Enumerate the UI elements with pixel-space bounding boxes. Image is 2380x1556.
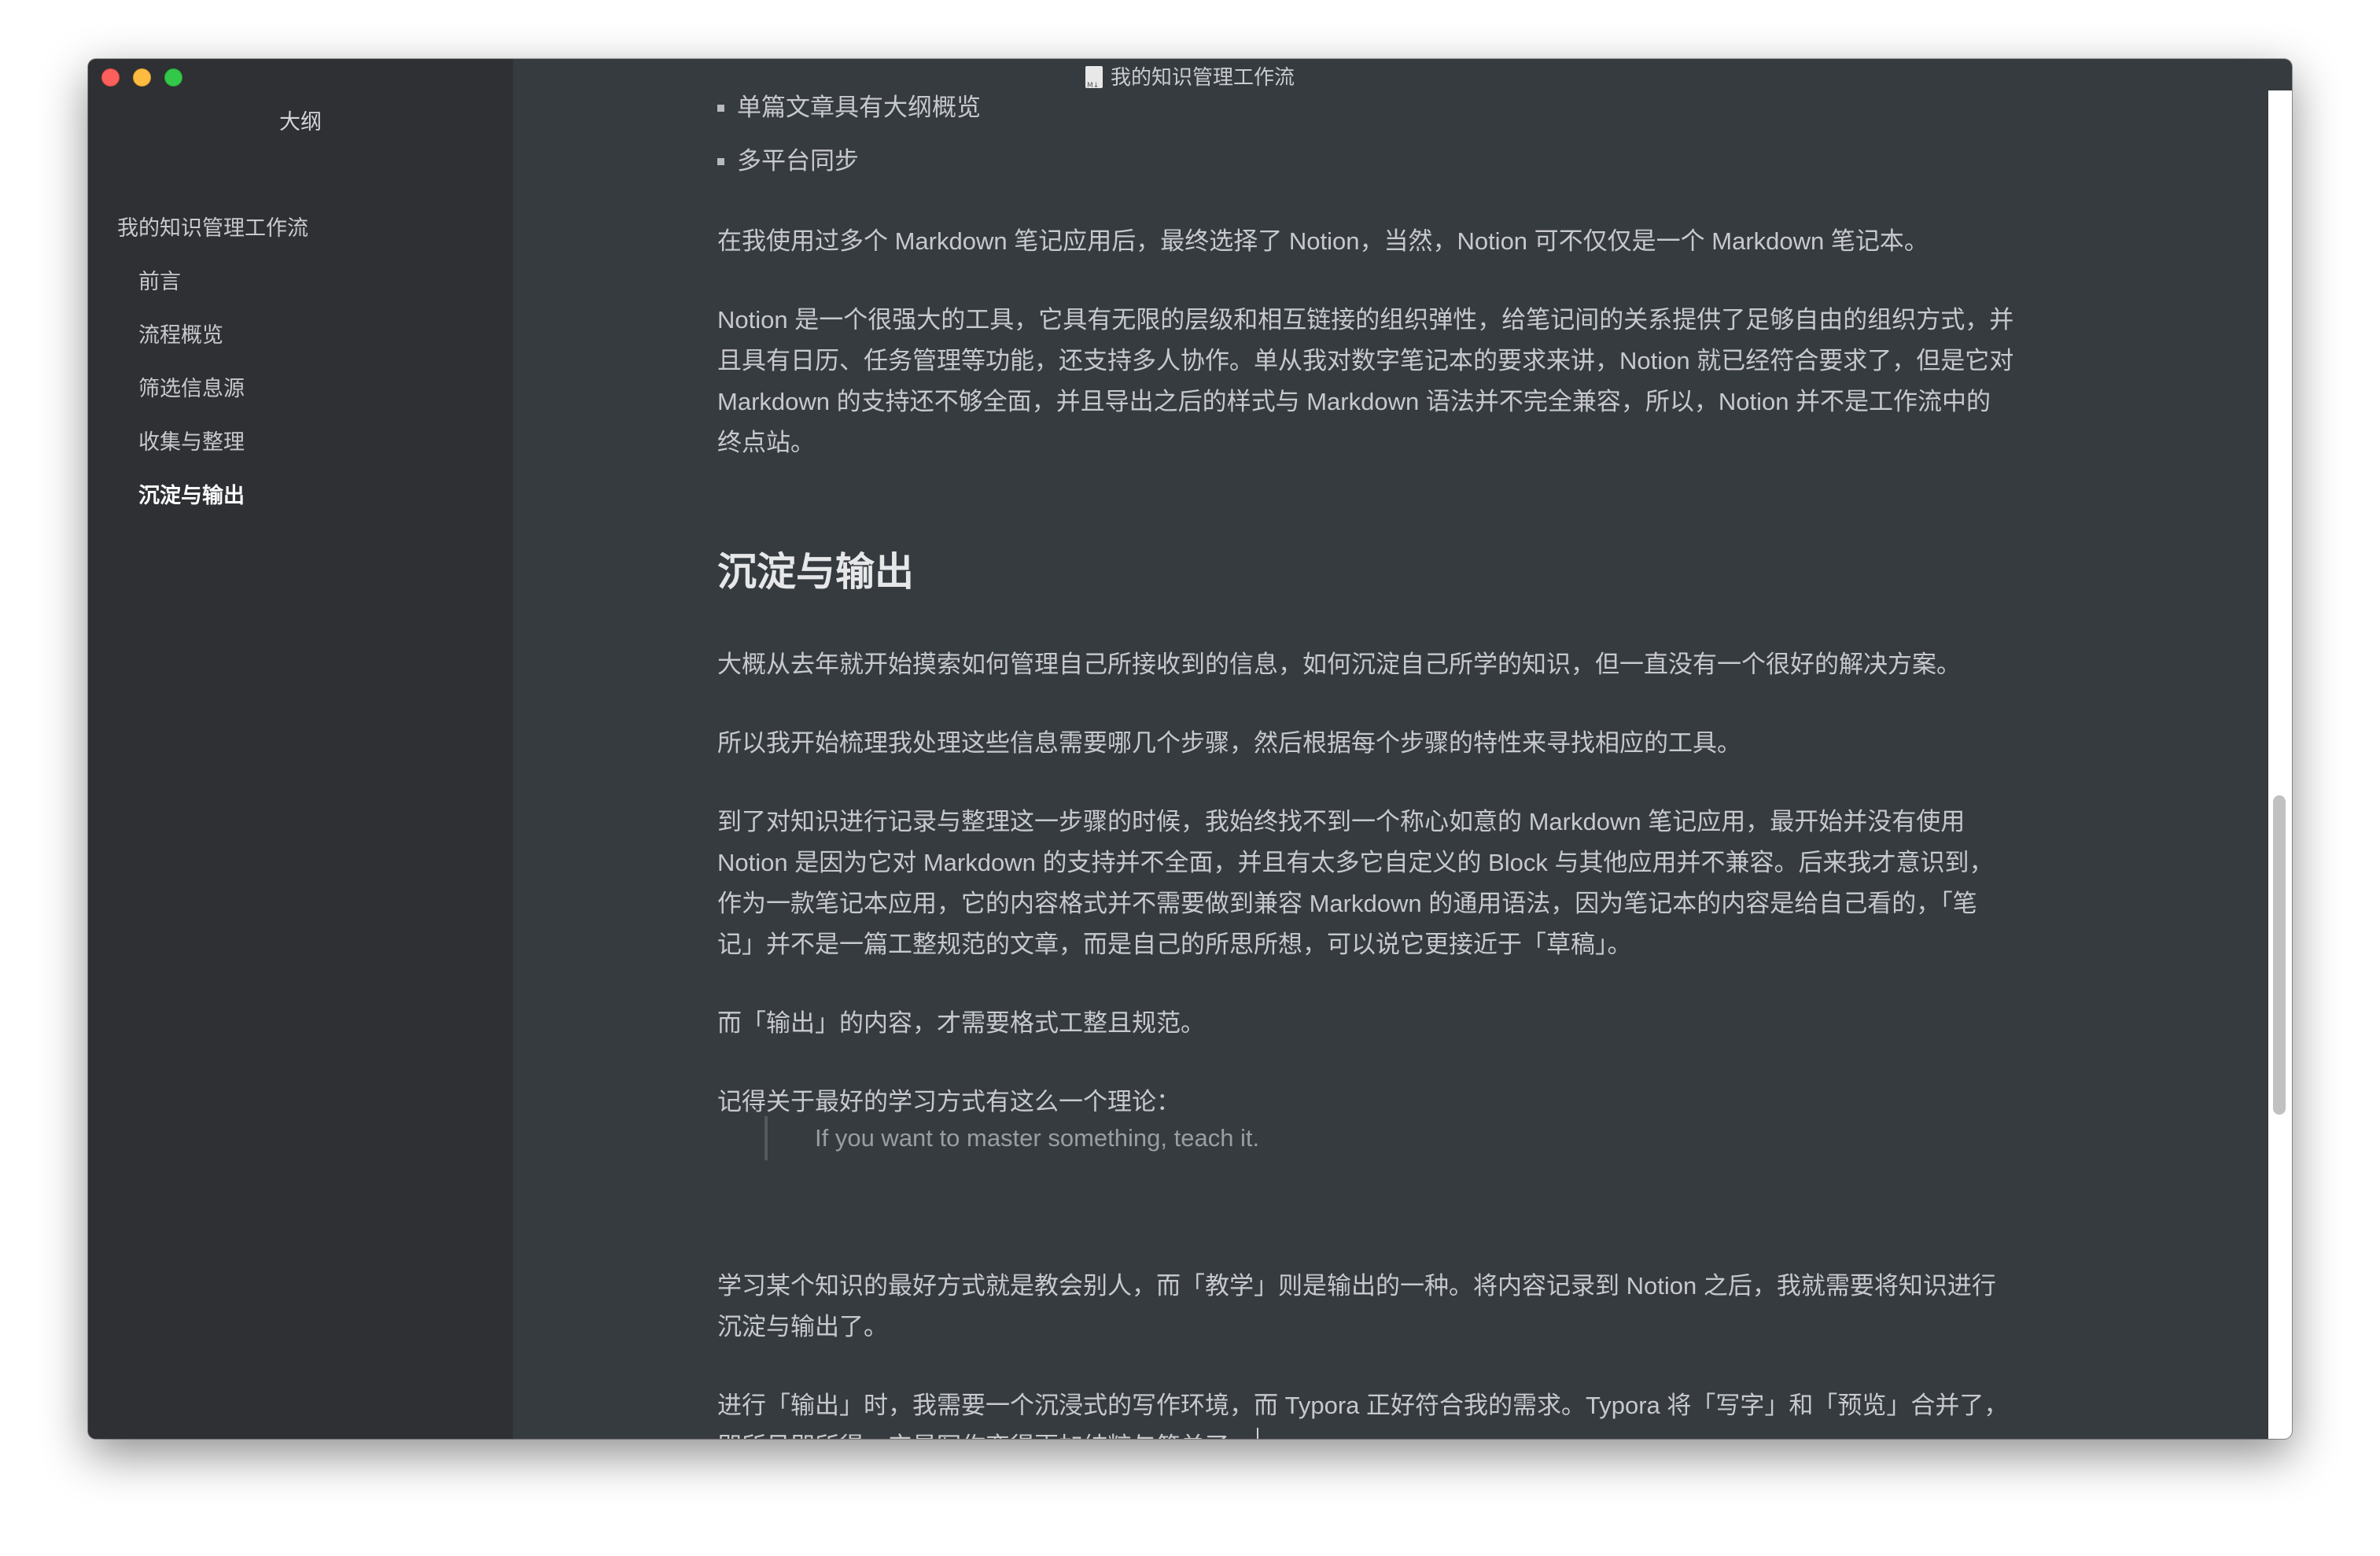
paragraph-line: 学习某个知识的最好方式就是教会别人，而「教学」则是输出的一种。将内容记录到 No… [717,1272,1996,1300]
paragraph-line: 沉淀与输出了。 [717,1313,888,1340]
paragraph-line: 到了对知识进行记录与整理这一步骤的时候，我始终找不到一个称心如意的 Markdo… [717,808,1966,835]
outline-title: 大纲 [279,110,322,134]
paragraph[interactable]: 进行「输出」时，我需要一个沉浸式的写作环境，而 Typora 正好符合我的需求。… [717,1385,2180,1439]
bullet-marker [717,105,724,112]
paragraph-line: 即所见即所得，它是写作变得更加纯粹与简单了。 [717,1432,1254,1439]
paragraph-line: 终点站。 [717,429,815,456]
outline-item-workflow[interactable]: 我的知识管理工作流 [117,214,308,242]
paragraph-line: 记」并不是一篇工整规范的文章，而是自己的所思所想，可以说它更接近于「草稿」。 [717,931,1632,958]
outline-item-precipitate-output[interactable]: 沉淀与输出 [138,481,245,510]
blockquote-bar [764,1116,768,1160]
editor-content[interactable]: 单篇文章具有大纲概览 多平台同步 在我使用过多个 Markdown 笔记应用后，… [717,59,2180,1439]
app-window: 大纲 我的知识管理工作流 前言 流程概览 筛选信息源 收集与整理 沉淀与输出 我… [88,59,2292,1439]
bullet-marker [717,158,724,165]
list-item-text: 多平台同步 [737,147,859,175]
list-item[interactable]: 单篇文章具有大纲概览 [717,87,981,128]
scrollbar-thumb[interactable] [2273,795,2286,1115]
outline-sidebar: 大纲 我的知识管理工作流 前言 流程概览 筛选信息源 收集与整理 沉淀与输出 [88,59,513,1439]
paragraph[interactable]: 记得关于最好的学习方式有这么一个理论： [717,1082,2180,1123]
paragraph[interactable]: 而「输出」的内容，才需要格式工整且规范。 [717,1003,2180,1044]
outline-item-filter-sources[interactable]: 筛选信息源 [138,374,245,403]
paragraph-line: 且具有日历、任务管理等功能，还支持多人协作。单从我对数字笔记本的要求来讲，Not… [717,347,2014,374]
text-cursor [1257,1428,1258,1439]
paragraph[interactable]: 在我使用过多个 Markdown 笔记应用后，最终选择了 Notion，当然，N… [717,221,2180,262]
paragraph[interactable]: Notion 是一个很强大的工具，它具有无限的层级和相互链接的组织弹性，给笔记间… [717,300,2180,463]
paragraph[interactable]: 到了对知识进行记录与整理这一步骤的时候，我始终找不到一个称心如意的 Markdo… [717,802,2180,965]
paragraph[interactable]: 学习某个知识的最好方式就是教会别人，而「教学」则是输出的一种。将内容记录到 No… [717,1266,2180,1348]
paragraph-line: Notion 是一个很强大的工具，它具有无限的层级和相互链接的组织弹性，给笔记间… [717,306,2014,334]
paragraph-line: Markdown 的支持还不够全面，并且导出之后的样式与 Markdown 语法… [717,388,1991,415]
list-item-text: 单篇文章具有大纲概览 [737,94,981,121]
paragraph[interactable]: 大概从去年就开始摸索如何管理自己所接收到的信息，如何沉淀自己所学的知识，但一直没… [717,644,2180,685]
outline-item-preface[interactable]: 前言 [138,267,181,296]
paragraph-line: Notion 是因为它对 Markdown 的支持并不全面，并且有太多它自定义的… [717,849,1994,876]
blockquote[interactable]: If you want to master something, teach i… [815,1118,1259,1159]
paragraph-line: 作为一款笔记本应用，它的内容格式并不需要做到兼容 Markdown 的通用语法，… [717,890,1977,917]
section-heading[interactable]: 沉淀与输出 [717,547,914,597]
outline-item-collect-organize[interactable]: 收集与整理 [138,428,245,456]
list-item[interactable]: 多平台同步 [717,141,859,182]
outline-item-overview[interactable]: 流程概览 [138,321,223,349]
paragraph[interactable]: 所以我开始梳理我处理这些信息需要哪几个步骤，然后根据每个步骤的特性来寻找相应的工… [717,723,2180,764]
paragraph-line: 进行「输出」时，我需要一个沉浸式的写作环境，而 Typora 正好符合我的需求。… [717,1392,2009,1419]
vertical-scrollbar[interactable] [2268,90,2292,1439]
